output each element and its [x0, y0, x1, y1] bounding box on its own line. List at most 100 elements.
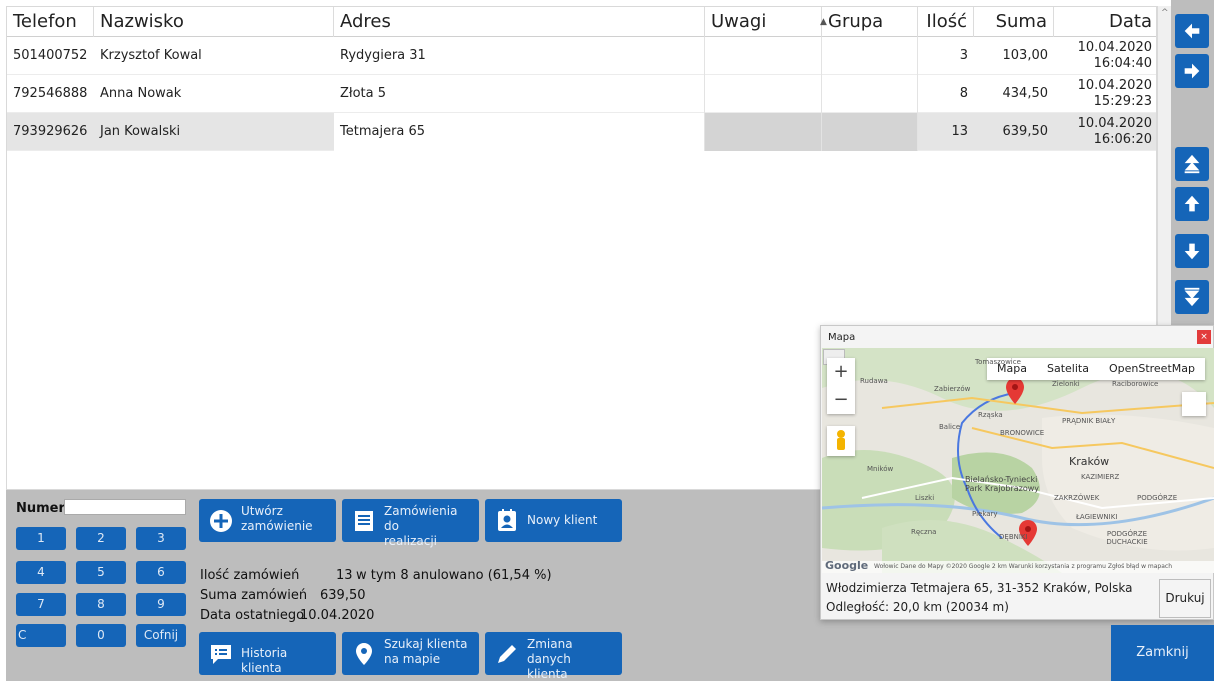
print-button[interactable]: Drukuj [1159, 579, 1211, 618]
double-arrow-down-icon [1184, 287, 1200, 307]
scroll-up-button[interactable] [1175, 187, 1209, 221]
key-2[interactable]: 2 [76, 527, 126, 550]
orders-to-fulfill-label: Zamówienia do realizacji [384, 504, 458, 548]
fullscreen-icon[interactable] [1182, 392, 1206, 416]
table-row[interactable]: 501400752 Krzysztof Kowal Rydygiera 31 3… [7, 37, 1156, 75]
find-client-on-map-button[interactable]: Szukaj klienta na mapie [342, 632, 479, 675]
create-order-button[interactable]: Utwórz zamówienie [199, 499, 336, 542]
google-logo: Google [825, 559, 869, 572]
zoom-control: + − [827, 358, 855, 414]
orders-sum-label: Suma zamówień [200, 588, 308, 603]
cell-grupa [822, 37, 918, 75]
client-history-button[interactable]: Historia klienta [199, 632, 336, 675]
scroll-down-button[interactable] [1175, 234, 1209, 268]
table-row-selected[interactable]: 793929626 Jan Kowalski Tetmajera 65 13 6… [7, 113, 1156, 151]
key-7[interactable]: 7 [16, 593, 66, 616]
arrow-down-icon [1184, 243, 1200, 260]
cell-ilosc: 3 [959, 48, 968, 63]
key-9[interactable]: 9 [136, 593, 186, 616]
numer-label: Numer [16, 501, 65, 516]
key-backspace[interactable]: Cofnij [136, 624, 186, 647]
cell-suma: 639,50 [1002, 124, 1049, 139]
key-4[interactable]: 4 [16, 561, 66, 584]
last-order-date-value: 10.04.2020 [300, 608, 375, 623]
next-button[interactable] [1175, 54, 1209, 88]
map-window-title: Mapa [828, 332, 856, 343]
map-label: Balice [939, 423, 961, 431]
customer-window: Telefon Nazwisko Adres Uwagi Grupa Ilość… [0, 0, 1214, 681]
arrow-up-icon [1184, 195, 1200, 212]
edit-client-data-button[interactable]: Zmiana danych klienta [485, 632, 622, 681]
cell-uwagi [705, 37, 822, 75]
map-label: Ręczna [911, 528, 937, 536]
map-window: Mapa × + − Mapa Satelita OpenStreetMap R… [820, 325, 1214, 620]
orders-count-label: Ilość zamówień [200, 568, 300, 583]
close-icon[interactable]: × [1197, 330, 1211, 344]
key-clear[interactable]: C [16, 624, 66, 647]
key-6[interactable]: 6 [136, 561, 186, 584]
key-0[interactable]: 0 [76, 624, 126, 647]
numer-input[interactable] [64, 499, 186, 515]
cell-time: 16:06:20 [1093, 132, 1152, 147]
column-header-adres[interactable]: Adres [334, 7, 705, 37]
cell-suma: 103,00 [1002, 48, 1049, 63]
scroll-up-icon[interactable]: ^ [1161, 8, 1169, 18]
map-label: PODGÓRZE [1137, 494, 1178, 502]
cell-uwagi [705, 113, 822, 151]
chat-list-icon [211, 645, 231, 664]
cell-time: 16:04:40 [1093, 56, 1152, 71]
column-header-uwagi[interactable]: Uwagi [705, 7, 822, 37]
map-type-osm[interactable]: OpenStreetMap [1099, 358, 1205, 380]
map-view[interactable]: + − Mapa Satelita OpenStreetMap Rudawa Z… [822, 348, 1214, 573]
map-label: Rudawa [860, 377, 888, 385]
map-label: Raciborowice [1112, 380, 1159, 388]
table-row[interactable]: 792546888 Anna Nowak Złota 5 8 434,50 10… [7, 75, 1156, 113]
cell-nazwisko: Anna Nowak [100, 86, 182, 101]
map-label: Park Krajobrazowy [965, 484, 1040, 493]
cell-date: 10.04.2020 [1077, 40, 1152, 55]
contact-card-icon [498, 509, 516, 531]
new-client-button[interactable]: Nowy klient [485, 499, 622, 542]
street-view-pegman-icon[interactable] [827, 426, 855, 456]
column-header-ilosc[interactable]: Ilość [918, 7, 974, 37]
zoom-out-icon[interactable]: − [827, 386, 855, 414]
column-header-data[interactable]: Data [1054, 7, 1156, 37]
cell-ilosc: 8 [959, 86, 968, 101]
cell-adres: Rydygiera 31 [334, 37, 705, 75]
key-3[interactable]: 3 [136, 527, 186, 550]
column-header-nazwisko[interactable]: Nazwisko [94, 7, 334, 37]
cell-data: 10.04.2020 15:29:23 [1054, 75, 1156, 113]
new-client-label: Nowy klient [527, 513, 598, 527]
map-attribution: Wołowic Dane do Mapy ©2020 Google 2 km W… [822, 561, 1214, 573]
key-1[interactable]: 1 [16, 527, 66, 550]
scroll-top-button[interactable] [1175, 147, 1209, 181]
map-type-satelita[interactable]: Satelita [1037, 358, 1099, 380]
last-order-date-label: Data ostatniego [200, 608, 305, 623]
arrow-right-icon [1184, 63, 1200, 79]
cell-suma: 434,50 [1002, 86, 1049, 101]
cell-telefon: 501400752 [13, 48, 88, 63]
column-header-grupa[interactable]: Grupa [822, 7, 918, 37]
column-header-telefon[interactable]: Telefon [7, 7, 94, 37]
key-5[interactable]: 5 [76, 561, 126, 584]
map-address: Włodzimierza Tetmajera 65, 31-352 Kraków… [826, 581, 1133, 595]
create-order-label: Utwórz zamówienie [241, 504, 313, 533]
zoom-in-icon[interactable]: + [827, 358, 855, 386]
map-label: Piekary [972, 510, 998, 518]
orders-to-fulfill-button[interactable]: Zamówienia do realizacji [342, 499, 479, 548]
arrow-left-icon [1184, 23, 1200, 39]
client-history-label: Historia klienta [241, 646, 288, 675]
cell-uwagi [705, 75, 822, 113]
map-label: ŁAGIEWNIKI [1076, 513, 1118, 521]
cell-ilosc: 13 [951, 124, 968, 139]
key-8[interactable]: 8 [76, 593, 126, 616]
map-label: Tomaszowice [975, 358, 1021, 366]
map-label: Mników [867, 465, 894, 473]
close-button[interactable]: Zamknij [1111, 625, 1214, 681]
previous-button[interactable] [1175, 14, 1209, 48]
scroll-bottom-button[interactable] [1175, 280, 1209, 314]
map-label-krakow: Kraków [1069, 455, 1110, 468]
cell-adres: Złota 5 [334, 75, 705, 113]
column-header-suma[interactable]: Suma [974, 7, 1054, 37]
table-header: Telefon Nazwisko Adres Uwagi Grupa Ilość… [7, 7, 1156, 37]
